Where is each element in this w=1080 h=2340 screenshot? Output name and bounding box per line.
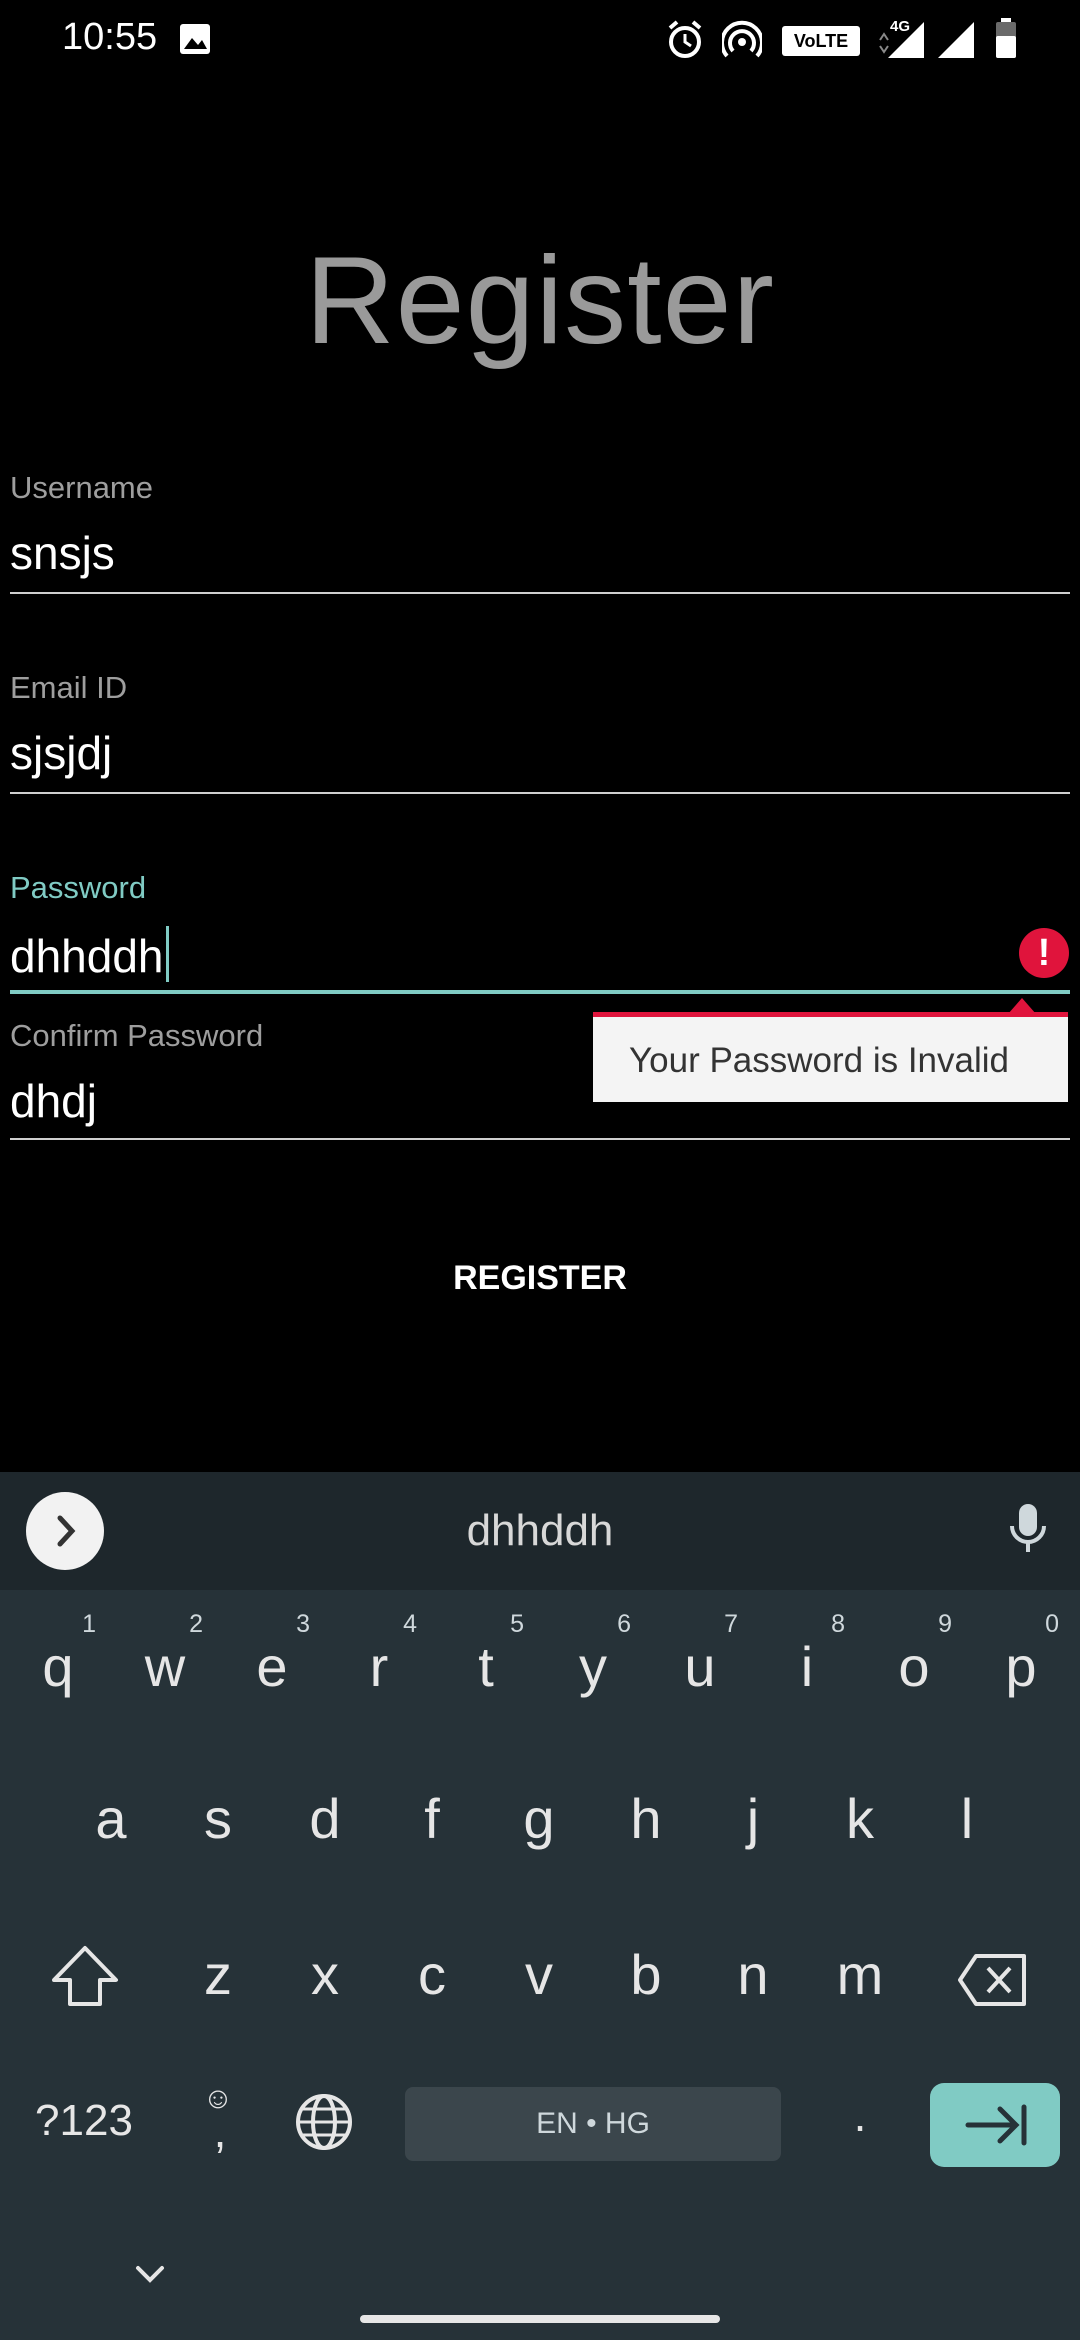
- key-w[interactable]: 2w: [113, 1592, 217, 1732]
- hotspot-icon: [722, 20, 762, 58]
- battery-icon: [996, 18, 1016, 58]
- key-i[interactable]: 8i: [755, 1592, 859, 1732]
- key-q[interactable]: 1q: [6, 1592, 110, 1732]
- key-l[interactable]: l: [915, 1744, 1019, 1884]
- error-icon[interactable]: !: [1019, 928, 1069, 978]
- password-input[interactable]: dhhddh: [10, 926, 169, 983]
- keyboard: dhhddh 1q 2w 3e 4r 5t 6y 7u 8i 9o 0p a s…: [0, 1472, 1080, 2340]
- image-icon: [180, 24, 210, 54]
- username-label: Username: [10, 470, 153, 505]
- page-title: Register: [305, 232, 775, 370]
- globe-icon[interactable]: [294, 2092, 354, 2152]
- microphone-icon[interactable]: [1004, 1500, 1052, 1560]
- confirm-password-label: Confirm Password: [10, 1018, 264, 1053]
- signal-icon: [938, 22, 974, 58]
- confirm-password-underline: [10, 1138, 1070, 1140]
- suggestion-bar: dhhddh: [0, 1472, 1080, 1590]
- username-input[interactable]: snsjs: [10, 526, 115, 580]
- error-message: Your Password is Invalid: [629, 1041, 1010, 1080]
- key-m[interactable]: m: [808, 1900, 912, 2040]
- key-g[interactable]: g: [487, 1744, 591, 1884]
- register-button[interactable]: REGISTER: [390, 1240, 690, 1316]
- password-label: Password: [10, 870, 147, 905]
- suggestion-word[interactable]: dhhddh: [0, 1506, 1080, 1556]
- alarm-icon: [668, 20, 702, 58]
- key-u[interactable]: 7u: [648, 1592, 752, 1732]
- key-t[interactable]: 5t: [434, 1592, 538, 1732]
- key-b[interactable]: b: [594, 1900, 698, 2040]
- password-field[interactable]: Password dhhddh: [10, 862, 1070, 998]
- email-underline: [10, 792, 1070, 794]
- period-key[interactable]: .: [840, 2088, 880, 2142]
- key-k[interactable]: k: [808, 1744, 912, 1884]
- comma-key[interactable]: ,: [200, 2104, 240, 2158]
- password-underline: [10, 990, 1070, 994]
- key-y[interactable]: 6y: [541, 1592, 645, 1732]
- key-h[interactable]: h: [594, 1744, 698, 1884]
- key-s[interactable]: s: [166, 1744, 270, 1884]
- key-r[interactable]: 4r: [327, 1592, 431, 1732]
- navigation-handle[interactable]: [360, 2315, 720, 2323]
- shift-icon[interactable]: [48, 1942, 122, 2012]
- key-v[interactable]: v: [487, 1900, 591, 2040]
- tab-next-icon: [965, 2104, 1027, 2146]
- key-o[interactable]: 9o: [862, 1592, 966, 1732]
- email-label: Email ID: [10, 670, 128, 705]
- email-input[interactable]: sjsjdj: [10, 726, 112, 780]
- username-field[interactable]: Username snsjs: [10, 462, 1070, 596]
- password-value: dhhddh: [10, 930, 164, 982]
- key-x[interactable]: x: [273, 1900, 377, 2040]
- key-e[interactable]: 3e: [220, 1592, 324, 1732]
- key-d[interactable]: d: [273, 1744, 377, 1884]
- chevron-down-icon[interactable]: [132, 2262, 168, 2286]
- symbols-key[interactable]: ?123: [24, 2096, 144, 2146]
- key-n[interactable]: n: [701, 1900, 805, 2040]
- key-c[interactable]: c: [380, 1900, 484, 2040]
- status-time: 10:55: [62, 16, 158, 58]
- signal-4g-icon: [879, 22, 924, 58]
- key-p[interactable]: 0p: [969, 1592, 1073, 1732]
- text-caret: [165, 926, 169, 982]
- space-key[interactable]: EN • HG: [405, 2087, 781, 2161]
- error-popup: Your Password is Invalid: [593, 1012, 1068, 1102]
- key-a[interactable]: a: [59, 1744, 163, 1884]
- backspace-icon[interactable]: [956, 1952, 1028, 2008]
- next-button[interactable]: [930, 2083, 1060, 2167]
- volte-icon: VoLTE: [782, 26, 860, 56]
- username-underline: [10, 592, 1070, 594]
- email-field[interactable]: Email ID sjsjdj: [10, 662, 1070, 796]
- status-bar: 10:55 VoLTE 4G: [0, 0, 1080, 80]
- key-f[interactable]: f: [380, 1744, 484, 1884]
- confirm-password-input[interactable]: dhdj: [10, 1074, 97, 1128]
- key-z[interactable]: z: [166, 1900, 270, 2040]
- key-j[interactable]: j: [701, 1744, 805, 1884]
